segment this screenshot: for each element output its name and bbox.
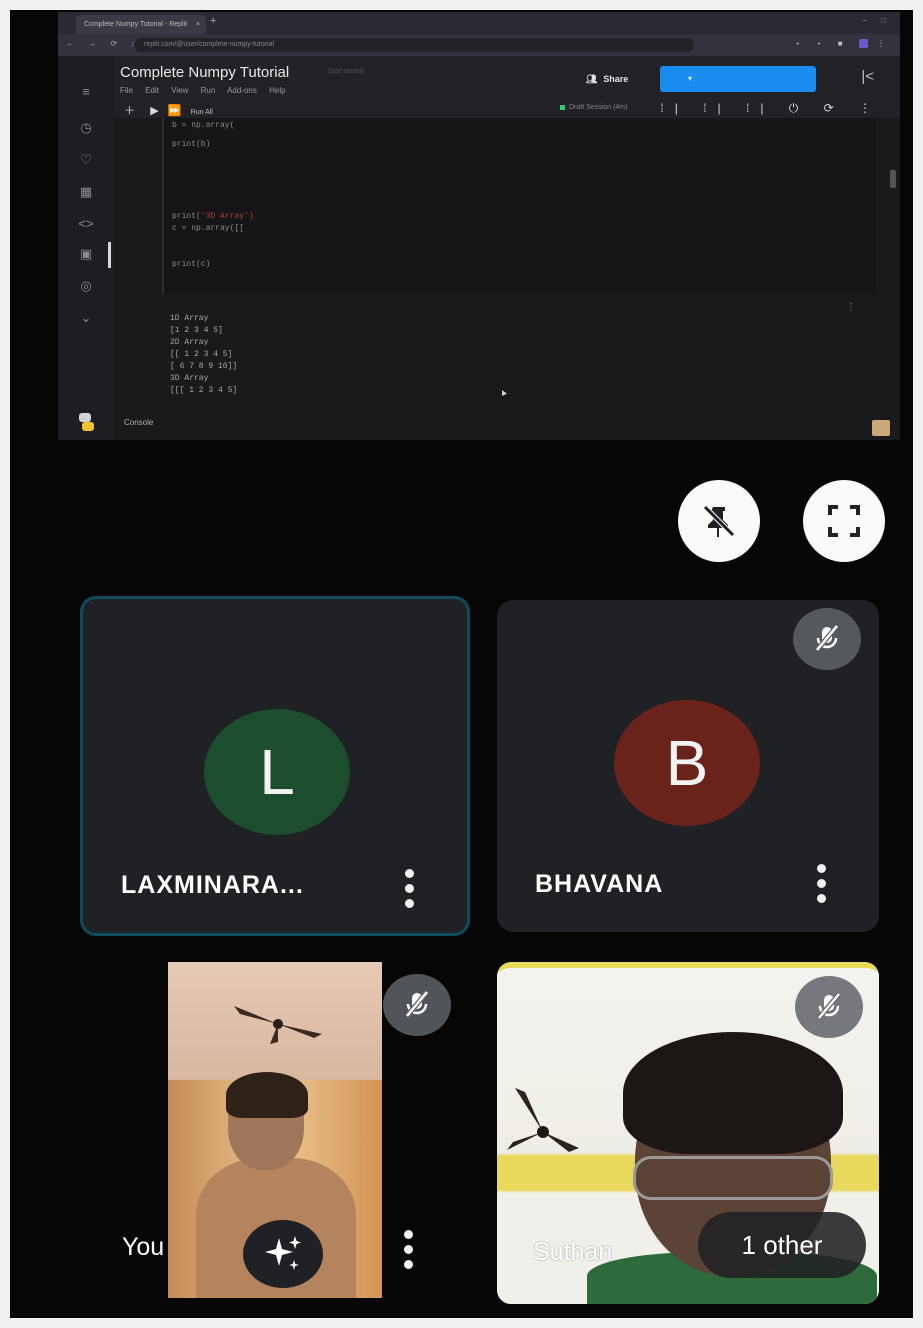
layout-tools[interactable]: ⁞| ⁞| ⁞| ⏻ ⟳ ⋮ — [660, 101, 882, 116]
menu-view[interactable]: View — [171, 86, 188, 95]
mic-off-indicator — [383, 974, 451, 1036]
run-all-icon[interactable]: ⏩ — [168, 105, 182, 117]
close-tab-icon[interactable]: × — [196, 15, 200, 34]
output-line: 3D Array — [170, 374, 209, 383]
mic-off-indicator — [793, 608, 861, 670]
mic-off-indicator — [795, 976, 863, 1038]
address-bar[interactable]: replit.com/@user/complete-numpy-tutorial — [134, 38, 694, 52]
lightbulb-icon[interactable]: ♡ — [78, 152, 94, 168]
fullscreen-icon — [828, 505, 860, 537]
console-tab[interactable]: Console — [124, 418, 153, 427]
document-title[interactable]: Complete Numpy Tutorial — [120, 64, 289, 81]
menu-file[interactable]: File — [120, 86, 133, 95]
add-cell-icon[interactable]: ＋ — [124, 105, 135, 117]
console-expand-icon[interactable] — [872, 420, 890, 436]
menu-help[interactable]: Help — [269, 86, 285, 95]
participant-video — [226, 1072, 308, 1118]
mic-off-icon — [817, 992, 841, 1020]
menu-icon[interactable]: ≡ — [78, 84, 94, 99]
code-line: print(c) — [172, 260, 211, 269]
more-options-icon[interactable] — [817, 864, 827, 909]
run-icon[interactable]: ▶ — [150, 105, 158, 117]
python-logo-icon — [79, 413, 94, 431]
fullscreen-button[interactable] — [803, 480, 885, 562]
terminal-icon[interactable]: ▣ — [78, 246, 94, 262]
participant-tile-laxminara[interactable]: L LAXMINARA... — [80, 596, 470, 936]
primary-action-button[interactable]: ▾ — [660, 66, 816, 92]
side-scrollbar-track[interactable] — [913, 632, 919, 690]
unpin-icon — [703, 505, 735, 537]
share-label: Share — [603, 74, 629, 84]
presentation-screen-share: Complete Numpy Tutorial - Replit × + – □… — [58, 12, 900, 440]
output-line: 1D Array — [170, 314, 209, 323]
output-line: [ 6 7 8 9 10]] — [170, 362, 238, 371]
code-icon[interactable]: <> — [78, 216, 94, 231]
more-options-icon[interactable] — [404, 1230, 414, 1275]
browser-tab-strip: Complete Numpy Tutorial - Replit × + – □ — [58, 12, 900, 34]
participant-video — [623, 1032, 843, 1154]
ide-header: Complete Numpy Tutorial (last saved) Fil… — [114, 56, 900, 118]
participant-tile-bhavana[interactable]: B BHAVANA — [497, 600, 879, 932]
participant-name: BHAVANA — [535, 870, 664, 898]
session-text: Draft Session (4m) — [569, 104, 628, 111]
menu-addons[interactable]: Add-ons — [227, 86, 257, 95]
output-line: [1 2 3 4 5] — [170, 326, 223, 335]
ceiling-fan-image — [234, 1006, 322, 1044]
menu-edit[interactable]: Edit — [145, 86, 159, 95]
browser-tab[interactable]: Complete Numpy Tutorial - Replit × — [76, 15, 206, 34]
participant-video — [633, 1156, 833, 1200]
output-line: [[ 1 2 3 4 5] — [170, 350, 233, 359]
editor-scrollbar[interactable] — [890, 170, 896, 188]
database-icon[interactable]: ◎ — [78, 278, 94, 294]
people-icon: 👥︎ — [585, 74, 598, 84]
code-line: print(b) — [172, 140, 211, 149]
session-dot-icon — [560, 104, 565, 110]
history-icon[interactable]: ◷ — [78, 120, 94, 136]
effects-button[interactable] — [243, 1220, 323, 1288]
ide-sidebar: ≡ ◷ ♡ ▦ <> ▣ ◎ ⌄ — [58, 56, 114, 440]
other-participants-chip[interactable]: 1 other — [698, 1212, 866, 1278]
code-line: c = np.array([[ — [172, 224, 245, 233]
code-cell[interactable]: b = np.array( print(b) print('3D Array')… — [162, 118, 876, 294]
browser-toolbar: ← → ⟳ ⌂ replit.com/@user/complete-numpy-… — [58, 34, 900, 56]
browser-nav-icons[interactable]: ← → ⟳ ⌂ — [66, 39, 142, 48]
chevron-down-icon[interactable]: ⌄ — [78, 310, 94, 326]
menu-bar: File Edit View Run Add-ons Help — [120, 86, 286, 95]
profile-icon[interactable] — [858, 39, 868, 49]
output-line: 2D Array — [170, 338, 209, 347]
run-toolbar: ＋ ▶ ⏩ Run All — [124, 102, 213, 118]
sparkle-icon — [265, 1236, 301, 1270]
side-scrollbar-thumb[interactable] — [913, 566, 919, 624]
participant-name: You — [122, 1233, 165, 1261]
browser-tab-title: Complete Numpy Tutorial - Replit — [84, 21, 188, 28]
share-button[interactable]: 👥︎ Share — [568, 68, 646, 90]
participant-name: LAXMINARA... — [121, 871, 304, 899]
run-all-label[interactable]: Run All — [191, 109, 213, 116]
collapse-panel-icon[interactable]: |< — [861, 68, 874, 85]
extension-icons[interactable]: ⋆ ⋆ ■ ⋮ — [795, 39, 892, 49]
unpin-button[interactable] — [678, 480, 760, 562]
output-line: [[[ 1 2 3 4 5] — [170, 386, 238, 395]
avatar: B — [614, 700, 760, 826]
participant-name: Suthan — [533, 1238, 613, 1266]
ceiling-fan-image — [507, 1088, 579, 1152]
cell-output: 1D Array [1 2 3 4 5] 2D Array [[ 1 2 3 4… — [162, 302, 874, 408]
code-line: b = np.array( — [172, 121, 235, 130]
code-line: print('3D Array') — [172, 212, 254, 221]
mic-off-icon — [405, 990, 429, 1018]
calendar-icon[interactable]: ▦ — [78, 184, 94, 200]
mic-off-icon — [815, 624, 839, 652]
save-status: (last saved) — [328, 68, 365, 75]
menu-run[interactable]: Run — [201, 86, 216, 95]
active-indicator — [108, 242, 111, 268]
more-options-icon[interactable] — [405, 869, 415, 914]
window-controls[interactable]: – □ — [862, 16, 892, 25]
session-status: Draft Session (4m) — [560, 104, 627, 111]
avatar: L — [204, 709, 350, 835]
new-tab-icon[interactable]: + — [210, 15, 216, 27]
